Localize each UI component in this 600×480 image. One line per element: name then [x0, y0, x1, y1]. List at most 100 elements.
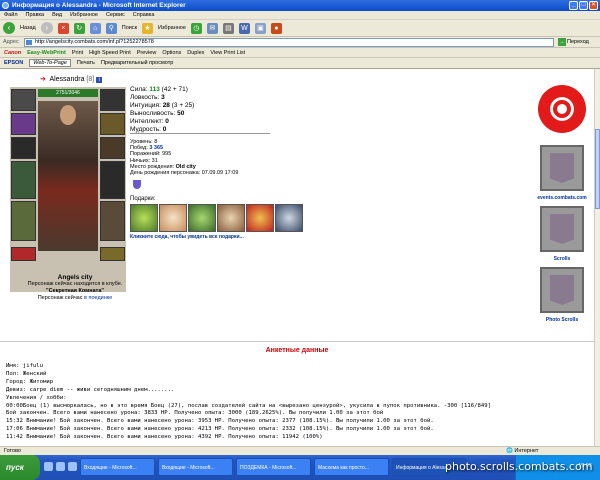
photo-scrolls-link[interactable]: Photo Scrolls: [532, 317, 592, 323]
task-button[interactable]: Входящие - Microsoft...: [158, 458, 233, 476]
canon-options-button[interactable]: Options: [162, 50, 181, 56]
belt-slot[interactable]: [11, 201, 36, 241]
mail-icon[interactable]: ✉: [206, 22, 218, 34]
forward-arrow-icon[interactable]: ›: [40, 22, 53, 34]
stat-intellect: Интеллект: 0: [130, 118, 169, 125]
shield-slot[interactable]: [100, 161, 125, 199]
address-input[interactable]: http://angelscity.combats.com/inf.pl?125…: [24, 38, 554, 47]
ring-slots[interactable]: [11, 247, 36, 261]
watermark: photo.scrolls.combats.com: [445, 460, 593, 473]
bracer-slot[interactable]: [11, 113, 36, 135]
canon-high-speed-print-button[interactable]: High Speed Print: [89, 50, 131, 56]
gift-leaf-icon[interactable]: [130, 204, 158, 232]
canon-duplex-button[interactable]: Duplex: [187, 50, 204, 56]
events-link[interactable]: events.combats.com: [532, 195, 592, 201]
minimize-button[interactable]: _: [569, 1, 578, 10]
weapon-slot[interactable]: [11, 137, 36, 159]
stop-icon[interactable]: ×: [57, 22, 69, 34]
window-title: Информация о Alessandra - Microsoft Inte…: [12, 2, 186, 9]
events-banner-icon[interactable]: [540, 145, 584, 191]
gift-badge-icon[interactable]: [275, 204, 303, 232]
gift-box-icon[interactable]: [246, 204, 274, 232]
section-separator: [0, 341, 594, 342]
task-button[interactable]: Масхема как просто...: [314, 458, 389, 476]
combats-toolbar-icon[interactable]: ●: [270, 22, 282, 34]
epson-preview-button[interactable]: Предварительный просмотр: [101, 60, 173, 66]
scrolls-link[interactable]: Scrolls: [532, 256, 592, 262]
print-icon[interactable]: ▤: [222, 22, 234, 34]
all-gifts-link[interactable]: Кликните сюда, чтобы увидеть все подарки…: [130, 234, 244, 240]
gift-teddy-bear-icon[interactable]: [159, 204, 187, 232]
gloves-slot[interactable]: [100, 137, 125, 159]
epson-print-button[interactable]: Печать: [77, 60, 95, 66]
profile-city: Город: Житомир: [6, 378, 54, 385]
earrings-slot[interactable]: [100, 89, 125, 111]
scrolls-banner-icon[interactable]: [540, 206, 584, 252]
history-icon[interactable]: ◷: [190, 22, 202, 34]
zone-label: Интернет: [514, 448, 539, 454]
gifts-row: [130, 204, 303, 232]
character-name: Alessandra: [49, 76, 85, 83]
canon-preview-button[interactable]: Preview: [137, 50, 157, 56]
easy-webprint-menu[interactable]: Easy-WebPrint: [27, 50, 66, 56]
close-button[interactable]: ×: [589, 1, 598, 10]
favorites-label[interactable]: Избранное: [158, 25, 186, 31]
menu-favorites[interactable]: Избранное: [70, 11, 98, 19]
survey-title: Анкетные данные: [265, 347, 329, 354]
boots-slot[interactable]: [100, 201, 125, 241]
canon-view-print-list-button[interactable]: View Print List: [210, 50, 245, 56]
back-arrow-icon[interactable]: ‹: [3, 22, 15, 34]
menu-tools[interactable]: Сервис: [106, 11, 125, 19]
location-prefix: Персонаж сейчас: [37, 295, 83, 301]
canon-print-button[interactable]: Print: [72, 50, 83, 56]
stat-endurance: Выносливость: 50: [130, 110, 185, 117]
menu-help[interactable]: Справка: [133, 11, 155, 19]
vertical-scrollbar[interactable]: [594, 69, 600, 446]
web-to-page-dropdown[interactable]: Web-To-Page: [29, 59, 71, 67]
menu-edit[interactable]: Правка: [26, 11, 45, 19]
scrollbar-thumb[interactable]: [595, 129, 600, 209]
quicklaunch-desktop-icon[interactable]: [56, 462, 65, 471]
back-label[interactable]: Назад: [20, 25, 36, 31]
task-button[interactable]: ПОЗДЕМКА - Microsoft...: [236, 458, 311, 476]
quicklaunch-ie-icon[interactable]: [44, 462, 53, 471]
profile-gender: Пол: Женский: [6, 370, 47, 377]
epson-logo: EPSON: [4, 60, 24, 66]
armor-slot[interactable]: [11, 161, 36, 199]
character-figure: [38, 101, 98, 251]
start-button[interactable]: пуск: [0, 455, 40, 480]
gift-plant-creature-icon[interactable]: [188, 204, 216, 232]
home-icon[interactable]: ⌂: [89, 22, 101, 34]
menu-file[interactable]: Файл: [4, 11, 18, 19]
amulet-slot[interactable]: [100, 113, 125, 135]
gift-rocking-horse-icon[interactable]: [217, 204, 245, 232]
maximize-button[interactable]: □: [579, 1, 588, 10]
info-icon[interactable]: i: [96, 77, 103, 83]
task-button[interactable]: Входящие - Microsoft...: [80, 458, 155, 476]
epson-toolbar: EPSON Web-To-Page Печать Предварительный…: [0, 58, 600, 69]
search-icon[interactable]: ⚲: [105, 22, 117, 34]
stat-strength: Сила: 113 (42 + 71): [130, 86, 188, 93]
search-label[interactable]: Поиск: [122, 25, 137, 31]
task-buttons: Входящие - Microsoft... Входящие - Micro…: [80, 458, 467, 476]
address-label: Адрес: [3, 39, 19, 45]
in-battle-link[interactable]: в поединке: [84, 295, 112, 301]
helmet-slot[interactable]: [11, 89, 36, 111]
photo-scrolls-banner-icon[interactable]: [540, 267, 584, 313]
edit-icon[interactable]: W: [238, 22, 250, 34]
page-icon: [26, 40, 32, 45]
refresh-icon[interactable]: ↻: [73, 22, 85, 34]
go-button[interactable]: → Переход: [558, 38, 589, 46]
address-url[interactable]: http://angelscity.combats.com/inf.pl?125…: [35, 39, 154, 45]
private-message-arrow-icon[interactable]: ➔: [40, 76, 46, 83]
quicklaunch-media-icon[interactable]: [68, 462, 77, 471]
combats-logo[interactable]: [538, 85, 586, 133]
discuss-icon[interactable]: ▣: [254, 22, 266, 34]
clan-shield-icon[interactable]: [133, 180, 141, 189]
favorites-star-icon[interactable]: ★: [142, 22, 154, 34]
menu-view[interactable]: Вид: [52, 11, 62, 19]
address-bar: Адрес http://angelscity.combats.com/inf.…: [0, 37, 600, 48]
gems-slot[interactable]: [100, 247, 125, 261]
character-level: [8]: [86, 76, 95, 83]
window-controls: _ □ ×: [569, 1, 598, 10]
